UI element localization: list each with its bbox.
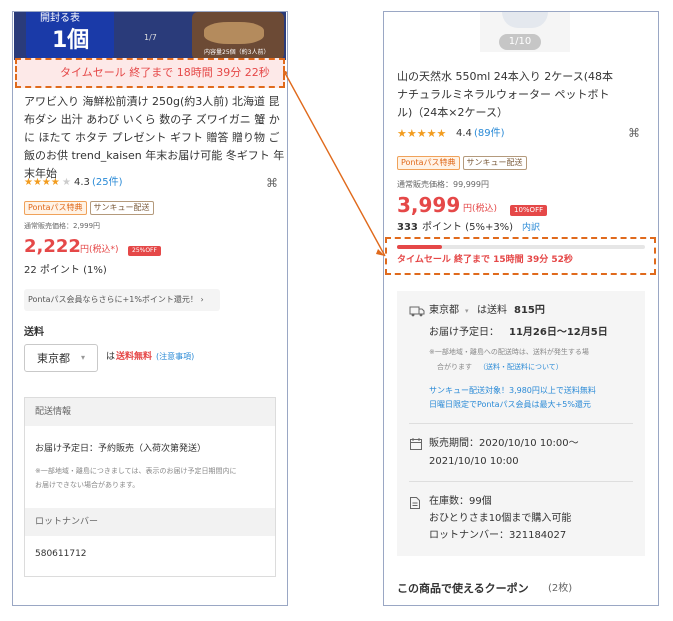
connector-line xyxy=(284,72,386,257)
connector-start xyxy=(283,71,287,75)
connector-overlay xyxy=(283,71,386,257)
